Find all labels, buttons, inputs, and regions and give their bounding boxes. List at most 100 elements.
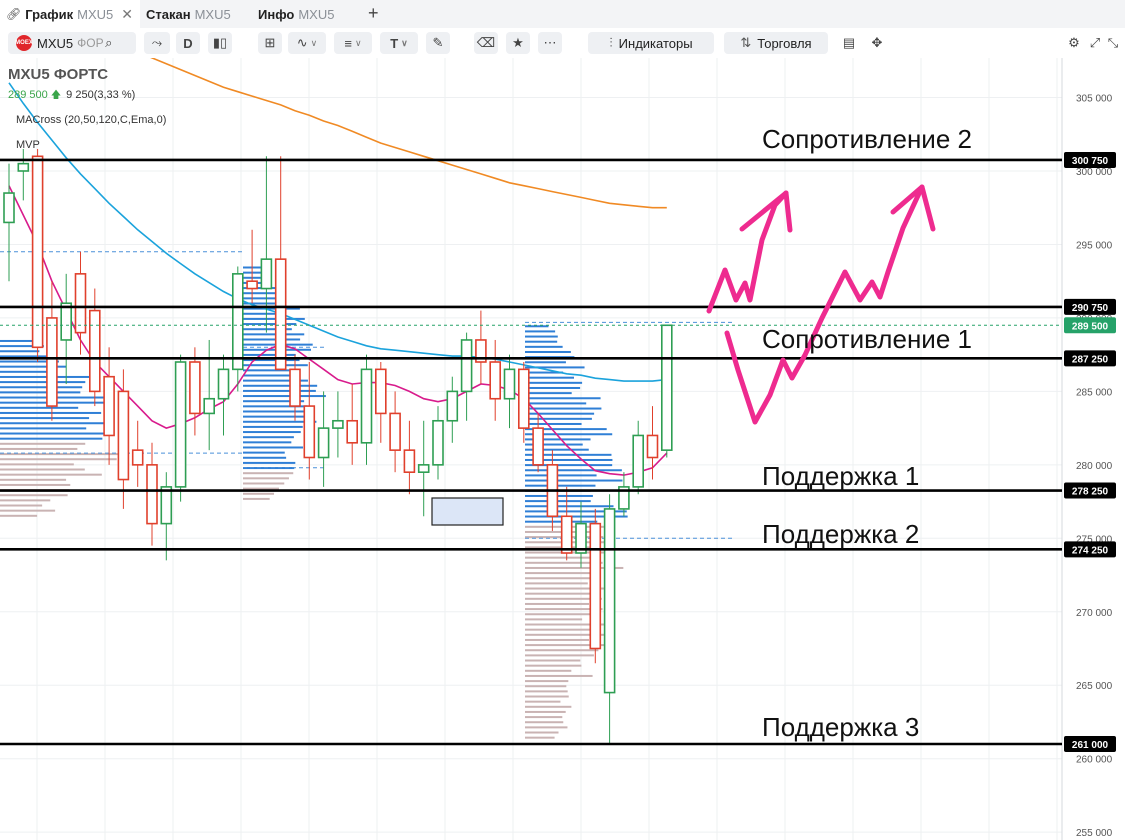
- volume-bar: [243, 436, 294, 439]
- level-label-resistance-1: Сопротивление 1: [762, 324, 972, 354]
- candle-body: [146, 464, 158, 525]
- fullscreen-icon[interactable]: ⤢: [1086, 32, 1104, 54]
- candle-body: [103, 375, 115, 437]
- volume-bar: [525, 638, 589, 641]
- volume-bar: [0, 494, 68, 497]
- volume-bar: [243, 456, 287, 459]
- candle-body: [432, 419, 444, 466]
- level-tag-label: 274 250: [1072, 545, 1109, 556]
- pin-icon[interactable]: ✥: [866, 32, 888, 54]
- volume-bar: [243, 292, 279, 295]
- volume-bar: [243, 333, 305, 336]
- tab-bar: 🔗︎ График MXU5 ✕ Стакан MXU5 Инфо MXU5 +: [0, 0, 1125, 29]
- notes-icon[interactable]: ▤: [838, 32, 860, 54]
- pencil-icon[interactable]: ✎: [426, 32, 450, 54]
- add-tab-button[interactable]: +: [368, 3, 379, 24]
- tab-chart[interactable]: 🔗︎ График MXU5 ✕: [0, 0, 140, 28]
- text-tool-icon[interactable]: T ∨: [380, 32, 418, 54]
- volume-bar: [525, 407, 602, 410]
- volume-bar: [525, 710, 566, 713]
- volume-bar: [525, 726, 568, 729]
- interval-button[interactable]: D: [176, 32, 200, 54]
- volume-bar: [525, 618, 583, 621]
- indicators-button[interactable]: ⫶ Индикаторы: [588, 32, 714, 54]
- candle-body: [489, 361, 502, 400]
- volume-bar: [525, 469, 622, 472]
- eraser-icon[interactable]: ⌫: [474, 32, 498, 54]
- expand-icon[interactable]: ⤡: [1104, 32, 1122, 54]
- volume-bar: [0, 391, 81, 394]
- last-price-tag-label: 289 500: [1072, 321, 1109, 332]
- ema-50-line: [8, 82, 667, 382]
- star-icon[interactable]: ★: [506, 32, 530, 54]
- volume-bar: [525, 736, 555, 739]
- volume-bar: [243, 415, 306, 418]
- candle-body: [632, 434, 645, 488]
- annotation-arrow: [724, 184, 925, 425]
- indicator-legend[interactable]: MACross (20,50,120,C,Ema,0): [16, 114, 166, 126]
- candles-icon[interactable]: ▮▯: [208, 32, 232, 54]
- volume-bar: [525, 695, 569, 698]
- volume-bar: [525, 592, 590, 595]
- candle-body: [260, 258, 273, 290]
- candle-body: [532, 427, 544, 466]
- drawing-tools-icon[interactable]: ∿ ∨: [288, 32, 326, 54]
- symbol-search[interactable]: MOEX MXU5 ФОРТС ⌕: [8, 32, 136, 54]
- candle-body: [503, 368, 516, 400]
- volume-bar: [525, 613, 599, 616]
- level-tag-label: 300 750: [1072, 156, 1109, 167]
- price-tick-label: 305 000: [1076, 94, 1113, 105]
- tab-info[interactable]: Инфо MXU5: [258, 0, 334, 28]
- volume-bar: [0, 417, 90, 420]
- candle-body: [660, 324, 673, 451]
- volume-bar: [525, 556, 601, 559]
- candle-body: [174, 361, 187, 488]
- more-icon[interactable]: ⋯: [538, 32, 562, 54]
- volume-bar: [525, 350, 571, 353]
- candle-body: [203, 397, 215, 415]
- volume-bar: [243, 446, 303, 449]
- volume-bar: [0, 422, 113, 425]
- volume-bar: [525, 361, 566, 364]
- compare-icon[interactable]: ⤳: [144, 32, 170, 54]
- price-chart[interactable]: 305 000300 000295 000290 000285 000280 0…: [0, 58, 1125, 840]
- level-tag-label: 290 750: [1072, 303, 1109, 314]
- mvp-legend[interactable]: MVP: [16, 139, 40, 151]
- volume-bar: [243, 461, 296, 464]
- search-icon: ⌕: [105, 35, 113, 50]
- volume-bar: [525, 386, 581, 389]
- last-price-legend: 289 500 🡅 9 250(3,33 %): [8, 89, 136, 101]
- volume-bar: [525, 654, 594, 657]
- chart-toolbar: MOEX MXU5 ФОРТС ⌕ ⤳ D ▮▯ ⊞ ∿∨ ≡∨ T∨ ✎ ⌫ …: [0, 28, 1125, 58]
- volume-bar: [525, 690, 568, 693]
- tab-orderbook[interactable]: Стакан MXU5: [146, 0, 231, 28]
- volume-bar: [243, 395, 326, 398]
- volume-bar: [243, 477, 289, 480]
- volume-bar: [525, 700, 561, 703]
- volume-bar: [0, 468, 85, 471]
- volume-bar: [243, 492, 275, 495]
- volume-bar: [0, 442, 86, 445]
- volume-bar: [243, 482, 285, 485]
- volume-bar: [525, 422, 582, 425]
- volume-bar: [525, 680, 569, 683]
- candle-body: [374, 368, 387, 415]
- candle-body: [189, 361, 201, 415]
- hand-drawn-arrows: [706, 184, 936, 425]
- volume-bar: [0, 504, 43, 507]
- volume-bar: [0, 447, 78, 450]
- candle-body: [160, 486, 173, 525]
- gear-icon[interactable]: ⚙: [1064, 32, 1084, 54]
- candle-body: [360, 368, 373, 444]
- volume-bar: [243, 266, 264, 269]
- close-icon[interactable]: ✕: [121, 6, 133, 23]
- template-icon[interactable]: ⊞: [258, 32, 282, 54]
- candle-body: [17, 162, 30, 172]
- link-icon: 🔗︎: [6, 7, 22, 21]
- lines-icon[interactable]: ≡ ∨: [334, 32, 372, 54]
- candle-body: [74, 273, 87, 334]
- trading-button[interactable]: ⇅ Торговля: [724, 32, 828, 54]
- candle-body: [389, 412, 401, 451]
- volume-bar: [525, 484, 596, 487]
- volume-bar: [0, 437, 103, 440]
